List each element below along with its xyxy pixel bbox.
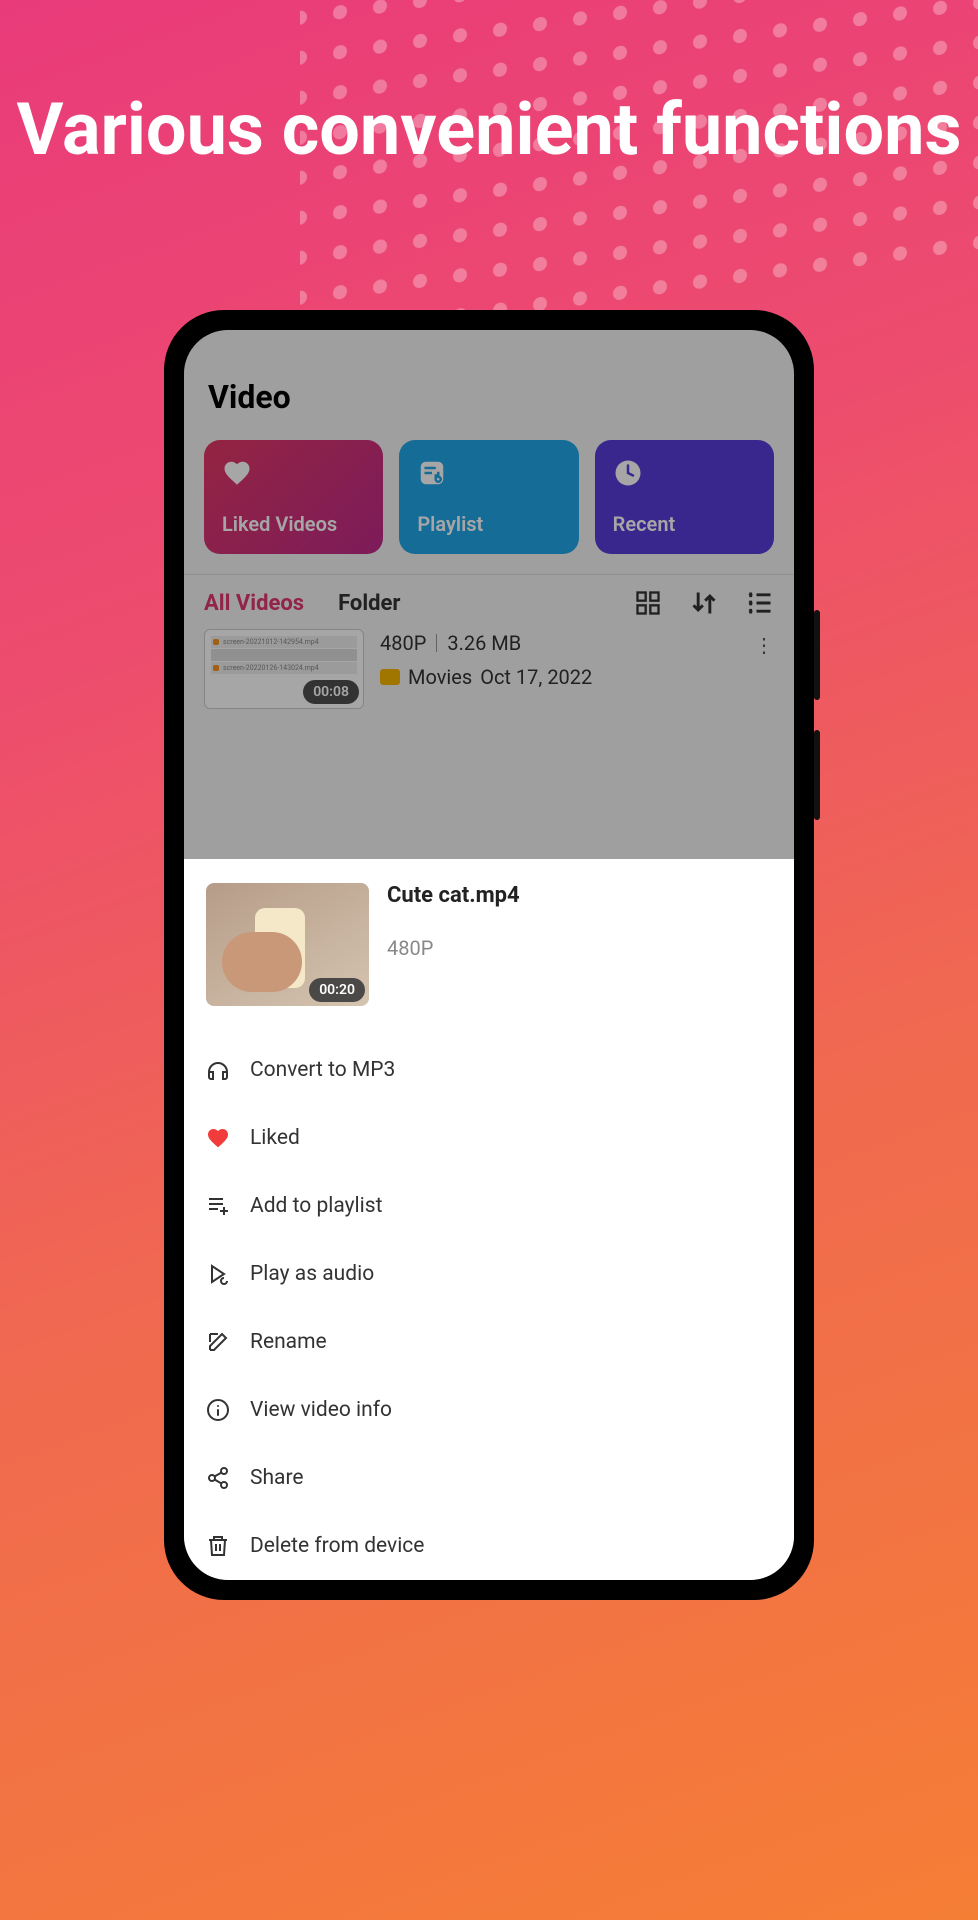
edit-icon [206,1330,230,1354]
share-icon [206,1466,230,1490]
info-icon [206,1398,230,1422]
action-add-playlist[interactable]: Add to playlist [206,1172,772,1240]
playlist-add-icon [206,1194,230,1218]
phone-screen: Video Liked Videos Playlist Recent All V… [184,330,794,1580]
action-label: Rename [250,1330,327,1354]
action-convert-mp3[interactable]: Convert to MP3 [206,1036,772,1104]
phone-side-button [814,730,820,820]
action-label: Share [250,1466,304,1490]
action-liked[interactable]: Liked [206,1104,772,1172]
action-label: Play as audio [250,1262,374,1286]
action-delete[interactable]: Delete from device [206,1512,772,1580]
action-label: Delete from device [250,1534,424,1558]
play-audio-icon [206,1262,230,1286]
duration-badge: 00:20 [309,978,365,1002]
sheet-video-title: Cute cat.mp4 [387,883,520,908]
action-label: Convert to MP3 [250,1058,395,1082]
action-label: View video info [250,1398,392,1422]
action-rename[interactable]: Rename [206,1308,772,1376]
heart-icon [206,1126,230,1150]
action-play-audio[interactable]: Play as audio [206,1240,772,1308]
sheet-video-resolution: 480P [387,936,520,960]
action-view-info[interactable]: View video info [206,1376,772,1444]
action-share[interactable]: Share [206,1444,772,1512]
phone-side-button [814,610,820,700]
action-label: Liked [250,1126,300,1150]
sheet-thumbnail: 00:20 [206,883,369,1006]
bottom-sheet: 00:20 Cute cat.mp4 480P Convert to MP3 L… [184,859,794,1580]
phone-frame: Video Liked Videos Playlist Recent All V… [164,310,814,1600]
marketing-headline: Various convenient functions [0,90,978,169]
trash-icon [206,1534,230,1558]
action-label: Add to playlist [250,1194,382,1218]
headphones-icon [206,1058,230,1082]
